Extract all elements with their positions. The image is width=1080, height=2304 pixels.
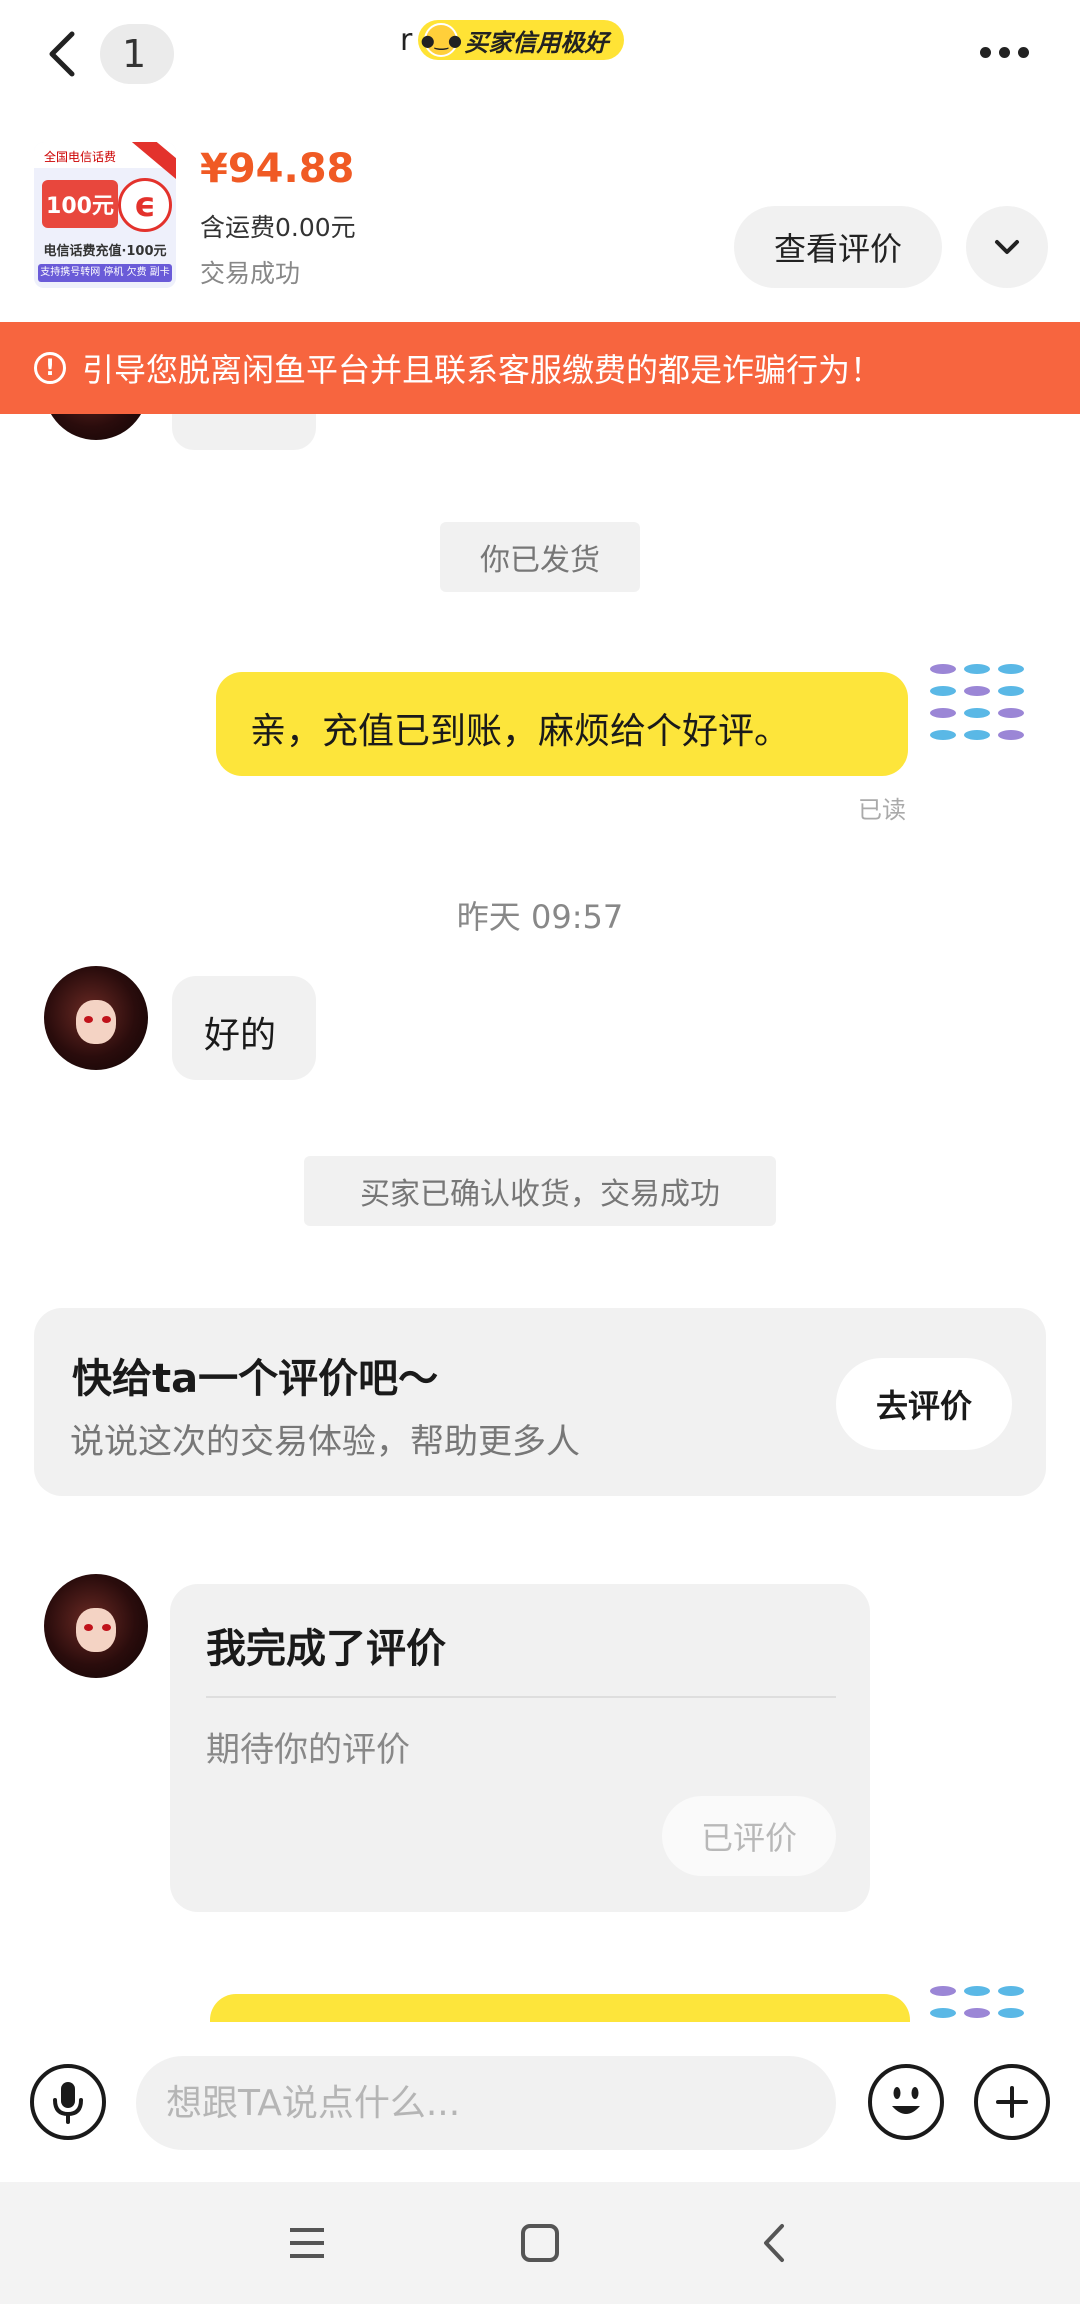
rate-prompt-subtitle: 说说这次的交易体验，帮助更多人 <box>70 1422 580 1462</box>
fish-pattern-icon <box>930 1986 956 1996</box>
fish-pattern-icon <box>964 1986 990 1996</box>
credit-badge[interactable]: ●‿● 买家信用极好 <box>418 20 625 60</box>
product-thumb-subtitle: 电信话费充值·100元 <box>43 244 167 259</box>
emoji-icon <box>892 2087 920 2114</box>
reviewed-button[interactable]: 已评价 <box>662 1796 836 1876</box>
product-thumb-amount: 100元 <box>42 180 118 228</box>
message-timestamp: 昨天 09:57 <box>456 898 624 936</box>
fraud-warning-text: 引导您脱离闲鱼平台并且联系客服缴费的都是诈骗行为！ <box>82 351 883 389</box>
dot-icon <box>980 46 991 58</box>
chevron-down-icon <box>995 240 1019 254</box>
menu-nav-button[interactable] <box>282 2218 332 2268</box>
fish-pattern-icon <box>964 730 990 740</box>
emoji-button[interactable] <box>868 2064 944 2140</box>
product-price: ¥94.88 <box>200 146 355 192</box>
microphone-icon <box>53 2082 83 2124</box>
rate-prompt-title: 快给ta一个评价吧～ <box>72 1356 439 1402</box>
dot-icon <box>1018 46 1029 58</box>
voice-button[interactable] <box>30 2064 106 2140</box>
review-done-title: 我完成了评价 <box>206 1626 446 1672</box>
avatar-face <box>76 1000 116 1044</box>
fish-pattern-icon <box>930 2008 956 2018</box>
message-input[interactable] <box>136 2056 836 2150</box>
seller-avatar[interactable] <box>926 1978 1030 2024</box>
fish-pattern-icon <box>998 686 1024 696</box>
back-nav-button[interactable] <box>750 2218 800 2268</box>
avatar-eye <box>84 1016 93 1023</box>
avatar-eye <box>84 1624 93 1631</box>
fish-pattern-icon <box>930 730 956 740</box>
read-status: 已读 <box>858 796 906 824</box>
fish-pattern-icon <box>930 686 956 696</box>
avatar-face <box>76 1608 116 1652</box>
more-options-button[interactable] <box>980 40 1040 64</box>
message-text: 好的 <box>204 1015 277 1056</box>
chevron-left-icon <box>49 31 75 77</box>
message-bubble-partial <box>210 1994 910 2024</box>
fish-pattern-icon <box>930 708 956 718</box>
go-rate-button[interactable]: 去评价 <box>836 1358 1012 1450</box>
divider <box>206 1696 836 1698</box>
message-bubble-other[interactable]: 好的 <box>172 976 316 1080</box>
chevron-left-icon <box>764 2224 784 2262</box>
system-message-confirmed: 买家已确认收货，交易成功 <box>304 1156 776 1226</box>
shipping-fee: 含运费0.00元 <box>200 213 356 242</box>
expand-button[interactable] <box>966 206 1048 288</box>
square-icon <box>521 2224 559 2262</box>
telecom-logo-icon: ϵ <box>118 178 172 232</box>
avatar-eye <box>102 1016 111 1023</box>
back-button[interactable] <box>40 24 90 84</box>
fish-pattern-icon <box>964 686 990 696</box>
buyer-avatar[interactable] <box>44 1574 148 1678</box>
exclamation-icon: ! <box>34 352 66 384</box>
trade-status: 交易成功 <box>200 259 301 288</box>
smile-icon: ●‿● <box>421 23 462 57</box>
seller-avatar[interactable] <box>926 656 1030 760</box>
product-thumb-footer: 支持携号转网 停机 欠费 副卡 <box>38 264 172 282</box>
fish-pattern-icon <box>964 664 990 674</box>
fish-pattern-icon <box>964 2008 990 2018</box>
chat-title: r ●‿● 买家信用极好 <box>400 18 625 62</box>
home-nav-button[interactable] <box>515 2218 565 2268</box>
fish-pattern-icon <box>964 708 990 718</box>
message-bubble-self[interactable]: 亲，充值已到账，麻烦给个好评。 <box>216 672 908 776</box>
message-text: 亲，充值已到账，麻烦给个好评。 <box>250 711 791 752</box>
dot-icon <box>999 46 1010 58</box>
fish-pattern-icon <box>998 730 1024 740</box>
buyer-avatar[interactable] <box>44 966 148 1070</box>
fish-pattern-icon <box>998 2008 1024 2018</box>
review-done-subtitle: 期待你的评价 <box>206 1730 410 1770</box>
fish-pattern-icon <box>998 708 1024 718</box>
avatar-eye <box>102 1624 111 1631</box>
unread-count-badge[interactable]: 1 <box>100 24 174 84</box>
fish-pattern-icon <box>930 664 956 674</box>
fish-pattern-icon <box>998 1986 1024 1996</box>
system-message-shipped: 你已发货 <box>440 522 640 592</box>
more-actions-button[interactable] <box>974 2064 1050 2140</box>
fish-pattern-icon <box>998 664 1024 674</box>
message-bubble-partial <box>172 414 316 450</box>
hamburger-icon <box>290 2228 324 2258</box>
product-thumbnail[interactable]: 全国电信话费 100元 ϵ 电信话费充值·100元 支持携号转网 停机 欠费 副… <box>34 142 176 288</box>
fraud-warning-banner: ! 引导您脱离闲鱼平台并且联系客服缴费的都是诈骗行为！ <box>0 322 1080 414</box>
plus-icon <box>996 2086 1028 2118</box>
view-review-button[interactable]: 查看评价 <box>734 206 942 288</box>
credit-badge-label: 买家信用极好 <box>464 28 609 57</box>
partner-name: r <box>400 22 413 58</box>
